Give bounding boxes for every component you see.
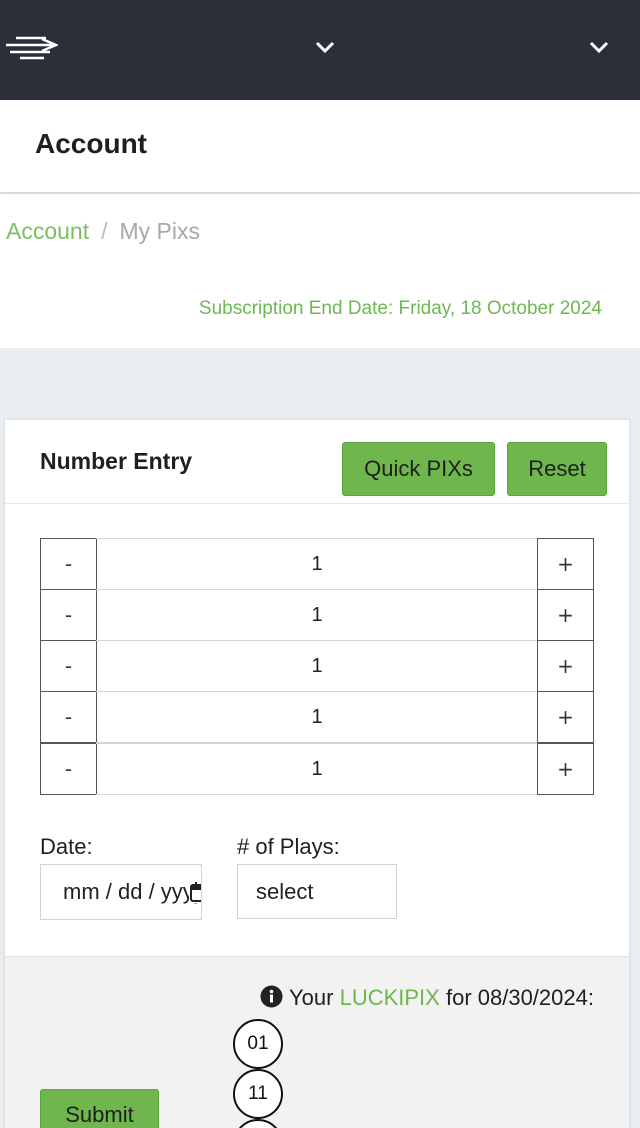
date-input[interactable]: mm / dd / yyyy (40, 864, 202, 920)
info-suffix: for 08/30/2024: (445, 985, 594, 1010)
date-label: Date: (40, 834, 93, 859)
number-value[interactable]: 1 (96, 589, 538, 641)
decrement-button[interactable]: - (40, 589, 97, 641)
page-title: Account (35, 128, 147, 159)
decrement-button[interactable]: - (40, 640, 97, 692)
increment-button[interactable]: + (537, 589, 594, 641)
number-stepper-row: - 1 + (40, 538, 594, 590)
subscription-end-date: Subscription End Date: Friday, 18 Octobe… (198, 298, 602, 319)
decrement-button[interactable]: - (40, 691, 97, 743)
decrement-button[interactable]: - (40, 538, 97, 590)
reset-button[interactable]: Reset (507, 442, 607, 496)
plays-label: # of Plays: (237, 834, 340, 859)
number-stepper-row: - 1 + (40, 589, 594, 641)
number-stepper-row: - 1 + (40, 640, 594, 692)
number-stepper-row: - 1 + (40, 743, 594, 795)
result-footer: Your LUCKIPIX for 08/30/2024: 01 11 Subm… (5, 956, 629, 1128)
breadcrumb-current: My Pixs (119, 218, 201, 244)
date-placeholder: mm / dd / yyyy (63, 879, 202, 904)
luckipix-brand: LUCKIPIX (339, 985, 440, 1010)
increment-button[interactable]: + (537, 538, 594, 590)
info-icon (260, 985, 283, 1008)
increment-button[interactable]: + (537, 640, 594, 692)
number-value[interactable]: 1 (96, 691, 538, 743)
hamburger-menu-icon[interactable] (6, 34, 58, 60)
number-value[interactable]: 1 (96, 538, 538, 590)
submit-button[interactable]: Submit (40, 1089, 159, 1128)
number-entry-card: Number Entry Quick PIXs Reset - 1 + - 1 … (5, 420, 629, 1128)
decrement-button[interactable]: - (40, 743, 97, 795)
number-value[interactable]: 1 (96, 640, 538, 692)
number-entry-title: Number Entry (40, 448, 193, 474)
card-header: Number Entry Quick PIXs Reset (5, 420, 629, 504)
quick-pixs-button[interactable]: Quick PIXs (342, 442, 495, 496)
breadcrumb: Account / My Pixs (6, 218, 200, 245)
info-prefix: Your (289, 985, 334, 1010)
chevron-down-icon[interactable] (314, 38, 336, 56)
top-navbar (0, 0, 640, 100)
increment-button[interactable]: + (537, 691, 594, 743)
lucky-number-ball (233, 1119, 283, 1128)
lucky-number-ball: 01 (233, 1019, 283, 1069)
increment-button[interactable]: + (537, 743, 594, 795)
chevron-down-icon[interactable] (588, 38, 610, 56)
luckipix-info: Your LUCKIPIX for 08/30/2024: (260, 985, 594, 1011)
breadcrumb-separator: / (101, 218, 108, 244)
breadcrumb-link-account[interactable]: Account (6, 218, 89, 244)
number-stepper-row: - 1 + (40, 691, 594, 743)
number-value[interactable]: 1 (96, 743, 538, 795)
lucky-number-ball: 11 (233, 1069, 283, 1119)
calendar-icon[interactable] (189, 881, 202, 903)
plays-select[interactable]: select (237, 864, 397, 919)
